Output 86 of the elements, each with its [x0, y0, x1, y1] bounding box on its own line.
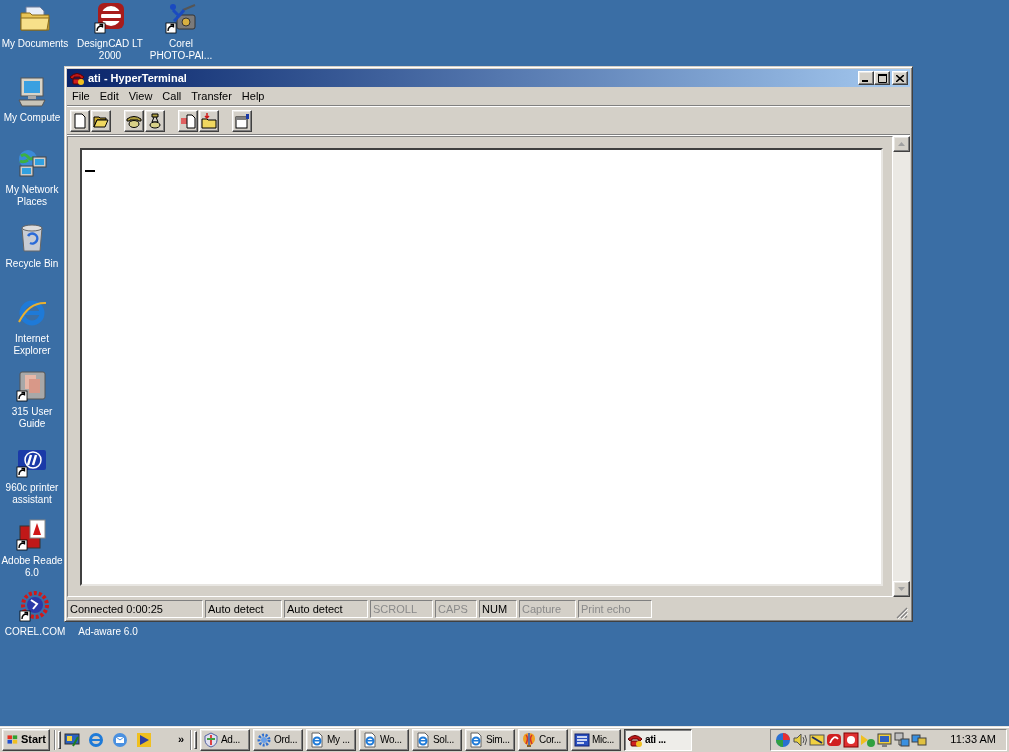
ball-icon[interactable]	[775, 731, 791, 748]
toolbar-button[interactable]	[124, 109, 144, 132]
text-cursor-icon	[85, 170, 95, 172]
scroll-up-button[interactable]	[893, 136, 910, 152]
taskbar-button[interactable]: Sol...	[412, 728, 462, 751]
gear-icon	[256, 731, 272, 748]
toolbar-button[interactable]	[70, 109, 90, 132]
close-icon	[896, 74, 904, 82]
toolbar-button[interactable]	[232, 109, 252, 132]
desktop-shortcut[interactable]: Internet Explorer	[13, 297, 51, 357]
status-pane: SCROLL	[370, 600, 433, 618]
toolbar-button[interactable]	[145, 109, 165, 132]
desktop-shortcut[interactable]: My Network Places	[5, 148, 59, 208]
resize-grip-icon	[896, 607, 908, 619]
taskbar-button[interactable]: My ...	[306, 728, 356, 751]
status-pane: Auto detect	[205, 600, 282, 618]
desktop-shortcut[interactable]: 315 User Guide	[11, 370, 53, 430]
maximize-icon	[877, 73, 887, 83]
status-pane: Capture	[519, 600, 576, 618]
card-icon[interactable]	[809, 731, 825, 748]
balloon-icon	[521, 731, 537, 748]
web-page-icon	[468, 731, 484, 748]
grid-page-icon	[180, 112, 196, 129]
minimize-button[interactable]	[858, 71, 874, 85]
desktop-shortcut[interactable]: 960c printer assistant	[5, 446, 59, 506]
taskbar-button[interactable]: ati ...	[624, 728, 692, 751]
desktop-icon[interactable]	[64, 731, 80, 748]
desktop-shortcut[interactable]: My Documents	[1, 2, 69, 50]
browser-icon[interactable]	[88, 731, 104, 748]
desktop-shortcut[interactable]: Corel PHOTO-PAI...	[149, 2, 213, 62]
page-icon	[72, 112, 88, 129]
desktop-shortcut[interactable]: DesignCAD LT 2000	[77, 2, 143, 62]
shield-icon	[203, 731, 219, 748]
menu-item[interactable]: View	[123, 87, 158, 105]
terminal-field[interactable]	[80, 148, 883, 586]
taskbar-button[interactable]: Cor...	[518, 728, 568, 751]
handset-icon	[147, 112, 163, 129]
status-pane: Connected 0:00:25	[67, 600, 203, 618]
desktop-shortcut[interactable]: My Compute	[3, 76, 61, 124]
toolbar-button[interactable]	[199, 109, 219, 132]
menu-item[interactable]: Call	[157, 87, 187, 105]
play-icon[interactable]	[136, 731, 152, 748]
desktop-shortcut[interactable]: COREL.COM	[4, 590, 66, 638]
tile-icon[interactable]	[843, 731, 859, 748]
overflow-button[interactable]: »	[174, 731, 188, 748]
badge-icon[interactable]	[826, 731, 842, 748]
network-icon[interactable]	[894, 731, 910, 748]
taskbar-button[interactable]: Ad...	[200, 728, 250, 751]
document-tile-icon	[574, 731, 590, 748]
toolbar-button[interactable]	[178, 109, 198, 132]
web-page-icon	[362, 731, 378, 748]
scrollbar[interactable]	[893, 136, 910, 597]
status-pane: Print echo	[578, 600, 652, 618]
menu-item[interactable]: Edit	[94, 87, 124, 105]
toolbar-button[interactable]	[91, 109, 111, 132]
taskbar-button[interactable]: Mic...	[571, 728, 621, 751]
up-arrow-icon	[898, 142, 905, 146]
taskbar-button[interactable]: Sim...	[465, 728, 515, 751]
desktop-shortcut[interactable]: Ad-aware 6.0	[78, 626, 138, 638]
folder-arrow-icon	[201, 112, 217, 129]
desktop-shortcut[interactable]: Recycle Bin	[5, 222, 59, 270]
window-icon	[234, 112, 250, 129]
maximize-button[interactable]	[874, 71, 890, 85]
menu-item[interactable]: Help	[236, 87, 270, 105]
close-button[interactable]	[892, 71, 908, 85]
flag-icon	[6, 732, 18, 747]
start-button[interactable]: Start	[2, 728, 50, 751]
monitor-icon[interactable]	[877, 731, 893, 748]
status-pane: Auto detect	[284, 600, 368, 618]
clock: 11:33 AM	[950, 732, 996, 748]
menu-item[interactable]: Transfer	[186, 87, 237, 105]
taskbar-button[interactable]: Ord...	[253, 728, 303, 751]
desktop-shortcut[interactable]: Adobe Reade 6.0	[1, 519, 63, 579]
taskbar-button[interactable]: Wo...	[359, 728, 409, 751]
mail-icon[interactable]	[112, 731, 128, 748]
down-arrow-icon	[898, 587, 905, 591]
computers-icon[interactable]	[911, 731, 927, 748]
status-pane: CAPS	[435, 600, 477, 618]
scroll-down-button[interactable]	[893, 581, 910, 597]
web-page-icon	[309, 731, 325, 748]
menu-item[interactable]: File	[67, 87, 95, 105]
phone-icon	[69, 70, 85, 86]
speaker-icon[interactable]	[792, 731, 808, 748]
status-pane: NUM	[479, 600, 517, 618]
window-title: ati - HyperTerminal	[88, 72, 187, 84]
web-page-icon	[415, 731, 431, 748]
